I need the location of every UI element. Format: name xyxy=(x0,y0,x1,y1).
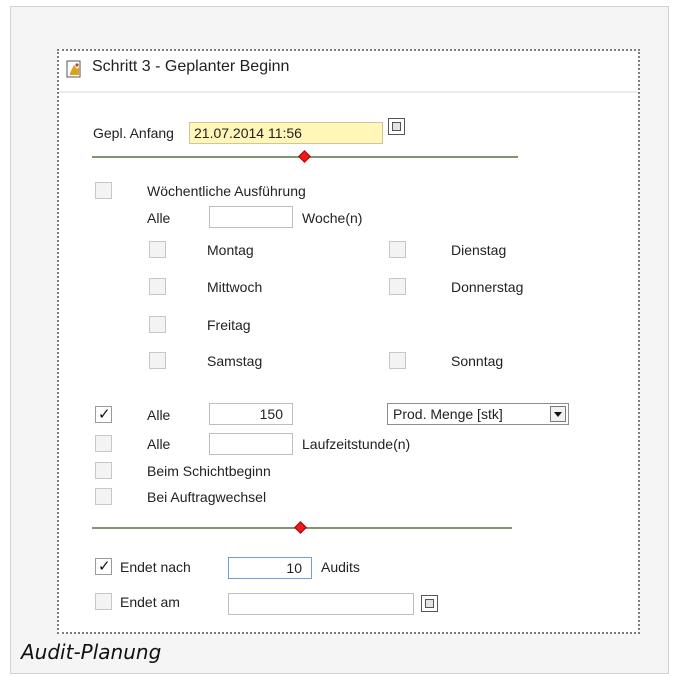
day-checkbox-samstag[interactable] xyxy=(149,352,166,369)
day-checkbox-dienstag[interactable] xyxy=(389,241,406,258)
shift-start-checkbox[interactable] xyxy=(95,462,112,479)
quantity-every-label: Alle xyxy=(147,407,171,423)
day-label-montag: Montag xyxy=(207,242,254,258)
day-label-samstag: Samstag xyxy=(207,353,263,369)
weekly-label: Wöchentliche Ausführung xyxy=(147,183,306,199)
panel-title: Schritt 3 - Geplanter Beginn xyxy=(92,58,290,75)
day-label-donnerstag: Donnerstag xyxy=(451,279,524,295)
quantity-input[interactable]: 150 xyxy=(209,403,293,425)
ends-after-unit-label: Audits xyxy=(321,559,360,575)
quantity-checkbox[interactable]: ✓ xyxy=(95,405,112,423)
ends-on-label: Endet am xyxy=(120,594,180,610)
checkmark-icon: ✓ xyxy=(98,405,111,423)
planned-start-input[interactable]: 21.07.2014 11:56 xyxy=(189,122,383,144)
separator-diamond-top xyxy=(298,150,311,163)
document-icon xyxy=(66,60,81,78)
ends-after-label: Endet nach xyxy=(120,559,191,575)
separator-diamond-bottom xyxy=(294,521,307,534)
runtime-every-label: Alle xyxy=(147,436,171,452)
order-change-checkbox[interactable] xyxy=(95,488,112,505)
day-label-sonntag: Sonntag xyxy=(451,353,504,369)
ends-after-checkbox[interactable]: ✓ xyxy=(95,557,112,575)
planned-start-calendar-button[interactable] xyxy=(388,118,405,135)
day-label-dienstag: Dienstag xyxy=(451,242,507,258)
planned-start-label: Gepl. Anfang xyxy=(93,125,174,141)
day-checkbox-mittwoch[interactable] xyxy=(149,278,166,295)
panel-header: Schritt 3 - Geplanter Beginn xyxy=(59,51,638,92)
day-checkbox-sonntag[interactable] xyxy=(389,352,406,369)
ends-after-input[interactable]: 10 xyxy=(228,557,312,579)
shift-start-label: Beim Schichtbeginn xyxy=(147,463,271,479)
runtime-input[interactable] xyxy=(209,433,293,455)
weekly-interval-input[interactable] xyxy=(209,206,293,228)
day-label-mittwoch: Mittwoch xyxy=(207,279,263,295)
figure-caption: Audit-Planung xyxy=(21,640,162,664)
quantity-unit-select-value: Prod. Menge [stk] xyxy=(393,406,503,422)
weekly-checkbox[interactable] xyxy=(95,182,112,199)
screenshot-frame: Schritt 3 - Geplanter Beginn Gepl. Anfan… xyxy=(10,6,669,674)
ends-on-input[interactable] xyxy=(228,593,414,615)
ends-on-checkbox[interactable] xyxy=(95,593,112,610)
day-checkbox-montag[interactable] xyxy=(149,241,166,258)
chevron-down-icon[interactable] xyxy=(550,406,566,422)
day-label-freitag: Freitag xyxy=(207,317,251,333)
runtime-checkbox[interactable] xyxy=(95,435,112,452)
day-checkbox-donnerstag[interactable] xyxy=(389,278,406,295)
step-panel: Schritt 3 - Geplanter Beginn Gepl. Anfan… xyxy=(57,49,640,634)
checkmark-icon: ✓ xyxy=(98,557,111,575)
quantity-unit-select[interactable]: Prod. Menge [stk] xyxy=(387,403,569,425)
ends-on-calendar-button[interactable] xyxy=(421,595,438,612)
day-checkbox-freitag[interactable] xyxy=(149,316,166,333)
header-divider xyxy=(59,91,638,93)
weekly-every-label: Alle xyxy=(147,210,171,226)
order-change-label: Bei Auftragwechsel xyxy=(147,489,267,505)
runtime-unit-label: Laufzeitstunde(n) xyxy=(302,436,411,452)
weekly-unit-label: Woche(n) xyxy=(302,210,363,226)
